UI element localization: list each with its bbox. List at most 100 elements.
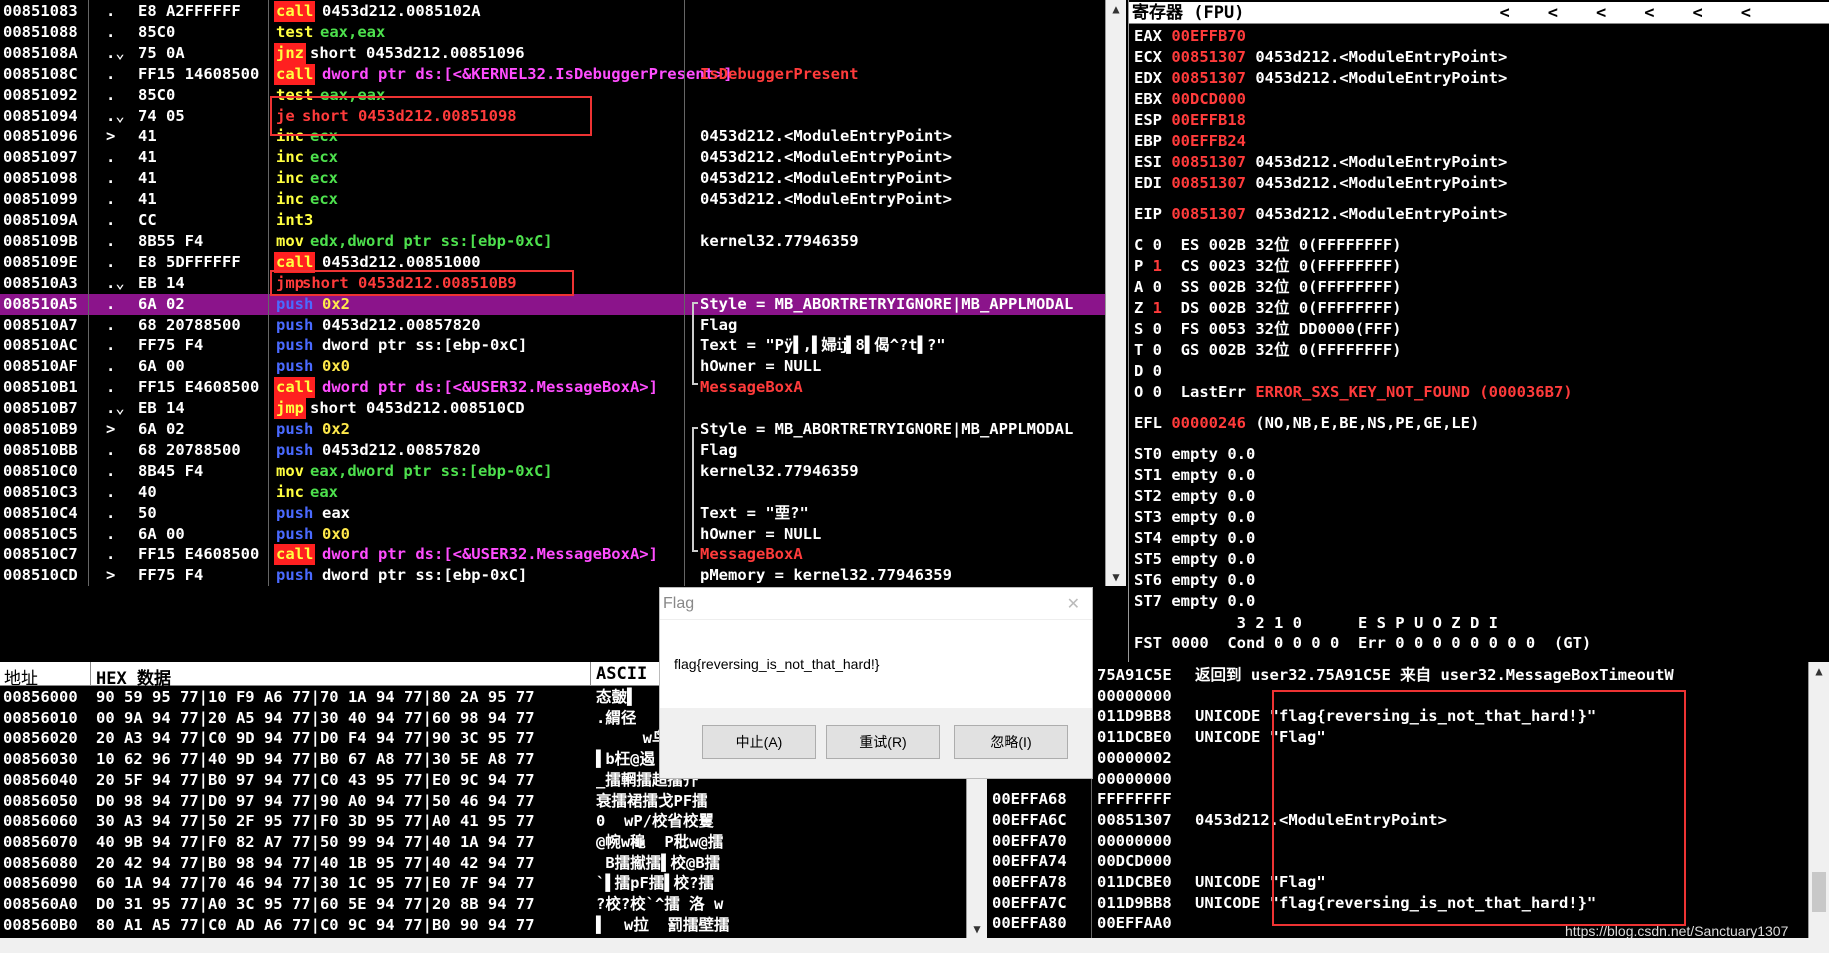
disasm-row[interactable]: 008510A7. 68 20788500 push 0453d212.0085782…	[0, 315, 1100, 336]
flag-row[interactable]: T 0 GS 002B 32位 0(FFFFFFFF)	[1134, 340, 1401, 361]
fpu-row[interactable]: ST7 empty 0.0	[1134, 591, 1255, 612]
disasm-row[interactable]: 008510B1. FF15 E4608500 call dword ptr ds:[…	[0, 377, 1100, 399]
fpu-row[interactable]: ST6 empty 0.0	[1134, 570, 1255, 591]
disasm-comment: pMemory = kernel32.77946359	[700, 566, 952, 585]
fpu-row[interactable]: ST4 empty 0.0	[1134, 528, 1255, 549]
dump-hex: 20 5F 94 77|B0 97 94 77|C0 43 95 77|E0 9…	[96, 770, 535, 789]
disasm-bytes: CC	[138, 211, 157, 229]
stack-scrollbar[interactable]: ▲	[1808, 662, 1829, 938]
register-name: EIP	[1134, 205, 1172, 223]
disasm-address: 008510A5	[3, 294, 78, 313]
register-row[interactable]: EIP 00851307 0453d212.<ModuleEntryPoint>	[1134, 204, 1507, 225]
disasm-row[interactable]: 00851088. 85C0 test eax,eax	[0, 22, 1100, 43]
disasm-row[interactable]: 0085108A .⌄ 75 0A jnz short 0453d212.0085109…	[0, 42, 1100, 64]
register-name: EAX	[1134, 27, 1172, 45]
retry-button[interactable]: 重试(R)	[826, 725, 940, 759]
flag-row[interactable]: S 0 FS 0053 32位 DD0000(FFF)	[1134, 319, 1401, 340]
efl-row[interactable]: EFL 00000246 (NO,NB,E,BE,NS,PE,GE,LE)	[1134, 413, 1479, 434]
disasm-mnemonic: push	[276, 524, 314, 543]
disasm-row[interactable]: 008510AF. 6A 00 push 0x0 hOwner = NULL	[0, 356, 1100, 377]
flag-row[interactable]: Z 1 DS 002B 32位 0(FFFFFFFF)	[1134, 298, 1401, 319]
disasm-row[interactable]: 0085108C. FF15 14608500 call dword ptr ds:[…	[0, 63, 1100, 85]
flag-row[interactable]: D 0	[1134, 361, 1162, 382]
register-row[interactable]: EBX 00DCD000	[1134, 89, 1246, 110]
disasm-row[interactable]: 008510A5. 6A 02 push 0x2 Style = MB_ABORTRET…	[0, 293, 1105, 315]
fpu-row[interactable]: ST0 empty 0.0	[1134, 444, 1255, 465]
disasm-row[interactable]: 008510C5. 6A 00 push 0x0 hOwner = NULL	[0, 524, 1100, 545]
dialog-title[interactable]: Flag	[660, 588, 1092, 620]
reg-nav-arrow-icon[interactable]: <	[1693, 3, 1741, 23]
stack-scroll-thumb[interactable]	[1812, 872, 1826, 912]
register-row[interactable]: EDI 00851307 0453d212.<ModuleEntryPoint>	[1134, 173, 1507, 194]
fpu-row[interactable]: ST2 empty 0.0	[1134, 486, 1255, 507]
disasm-bytes: 74 05	[138, 106, 185, 125]
dump-hex: 10 62 96 77|40 9D 94 77|B0 67 A8 77|30 5…	[96, 750, 535, 769]
fst-row[interactable]: FST 0000 Cond 0 0 0 0 Err 0 0 0 0 0 0 0 …	[1134, 633, 1591, 654]
flag-row[interactable]: A 0 SS 002B 32位 0(FFFFFFFF)	[1134, 277, 1401, 298]
annotation-box-stack	[1272, 690, 1686, 926]
reg-nav-arrow-icon[interactable]: <	[1548, 3, 1596, 23]
fpu-row[interactable]: ST3 empty 0.0	[1134, 507, 1255, 528]
disasm-row[interactable]: 00851083. E8 A2FFFFFF call 0453d212.0085102…	[0, 1, 1100, 22]
stack-address: 00EFFA6C	[992, 810, 1067, 829]
flag-row[interactable]: O 0 LastErr ERROR_SXS_KEY_NOT_FOUND (000…	[1134, 382, 1573, 403]
disasm-row[interactable]: 00851098. 41 inc ecx 0453d212.<ModuleEntryPo…	[0, 168, 1100, 189]
register-row[interactable]: EAX 00EFFB70	[1134, 26, 1246, 47]
disasm-scrollbar[interactable]: ▲ ▼	[1105, 0, 1126, 586]
flag-row[interactable]: C 0 ES 002B 32位 0(FFFFFFFF)	[1134, 235, 1401, 256]
disasm-row[interactable]: 008510CD > FF75 F4 push dword ptr ss:[ebp-0x…	[0, 565, 1100, 586]
fpu-row[interactable]: ST1 empty 0.0	[1134, 465, 1255, 486]
flag-row[interactable]: P 1 CS 0023 32位 0(FFFFFFFF)	[1134, 256, 1401, 277]
disasm-marker: .	[106, 294, 116, 313]
reg-nav-arrow-icon[interactable]: <	[1644, 3, 1692, 23]
disasm-row[interactable]: 008510AC. FF75 F4 push dword ptr ss:[ebp-0x…	[0, 335, 1100, 356]
stack-address: 00EFFA7C	[992, 893, 1067, 912]
register-row[interactable]: EDX 00851307 0453d212.<ModuleEntryPoint>	[1134, 68, 1507, 89]
dump-ascii: w鸟	[596, 729, 668, 748]
disasm-row[interactable]: 008510C4. 50 push eax Text = "垔?"	[0, 503, 1100, 524]
disasm-bytes: 6A 00	[138, 357, 185, 376]
disasm-row[interactable]: 00851097. 41 inc ecx 0453d212.<ModuleEntryPo…	[0, 147, 1100, 168]
stack-scroll-up-icon[interactable]: ▲	[1809, 662, 1829, 680]
disasm-row[interactable]: 008510C7. FF15 E4608500 call dword ptr ds:[…	[0, 544, 1100, 566]
reg-nav-arrow-icon[interactable]: <	[1741, 3, 1789, 23]
reg-nav-arrow-icon[interactable]: <	[1500, 3, 1548, 23]
disasm-address: 008510AC	[3, 336, 78, 355]
register-row[interactable]: ESI 00851307 0453d212.<ModuleEntryPoint>	[1134, 152, 1507, 173]
disasm-comment: Flag	[700, 315, 738, 334]
disasm-row[interactable]: 00851099. 41 inc ecx 0453d212.<ModuleEntryPo…	[0, 189, 1100, 210]
register-row[interactable]: ECX 00851307 0453d212.<ModuleEntryPoint>	[1134, 47, 1507, 68]
reg-nav-arrow-icon[interactable]: <	[1596, 3, 1644, 23]
registers-nav[interactable]: <<<<<<	[1500, 2, 1790, 24]
disasm-row[interactable]: 0085109A. CC int3	[0, 210, 1100, 231]
disasm-row[interactable]: 008510B7 .⌄ EB 14 jmp short 0453d212.008510C…	[0, 398, 1100, 420]
disasm-row[interactable]: 008510B9 >6A 02 push 0x2 Style = MB_ABORTRET…	[0, 419, 1100, 440]
fpu-row[interactable]: ST5 empty 0.0	[1134, 549, 1255, 570]
disasm-address: 008510B9	[3, 420, 78, 438]
dump-col-addr[interactable]: 地址	[4, 664, 38, 689]
register-value: 00851307	[1171, 174, 1246, 192]
disasm-operands: dword ptr ss:[ebp-0xC]	[322, 336, 528, 355]
disasm-row[interactable]: 008510C0. 8B45 F4 mov eax,dword ptr ss:[ebp…	[0, 461, 1100, 482]
scroll-up-arrow-icon[interactable]: ▲	[1106, 0, 1126, 18]
disasm-comment: kernel32.77946359	[700, 231, 859, 250]
disasm-mnemonic: jnz	[274, 42, 306, 64]
dump-address: 008560A0	[3, 895, 78, 913]
flag-dialog[interactable]: Flag ✕ flag{reversing_is_not_that_hard!}…	[659, 587, 1093, 779]
disasm-row[interactable]: 008510BB. 68 20788500 push 0453d212.0085782…	[0, 440, 1100, 461]
flag-value: 0	[1152, 383, 1163, 401]
scroll-down-arrow-icon[interactable]: ▼	[1106, 568, 1126, 586]
flag-name: D	[1134, 362, 1153, 380]
disasm-row[interactable]: 008510C3. 40 inc eax	[0, 482, 1100, 503]
dump-scroll-down-icon[interactable]: ▼	[967, 920, 987, 938]
register-row[interactable]: ESP 00EFFB18	[1134, 110, 1246, 131]
dump-hex: 80 A1 A5 77|C0 AD A6 77|C0 9C 94 77|B0 9…	[96, 915, 535, 934]
abort-button[interactable]: 中止(A)	[702, 725, 816, 759]
dump-col-hex[interactable]: HEX 数据	[96, 664, 171, 689]
close-icon[interactable]: ✕	[1067, 594, 1080, 614]
ignore-button[interactable]: 忽略(I)	[954, 725, 1068, 759]
dump-col-ascii[interactable]: ASCII	[596, 664, 647, 684]
register-row[interactable]: EBP 00EFFB24	[1134, 131, 1246, 152]
registers-pane[interactable]: 寄存器 (FPU) <<<<<< EAX 00EFFB70 ECX 0085130…	[1128, 0, 1829, 662]
disasm-row[interactable]: 0085109B. 8B55 F4 mov edx,dword ptr ss:[ebp…	[0, 231, 1100, 252]
